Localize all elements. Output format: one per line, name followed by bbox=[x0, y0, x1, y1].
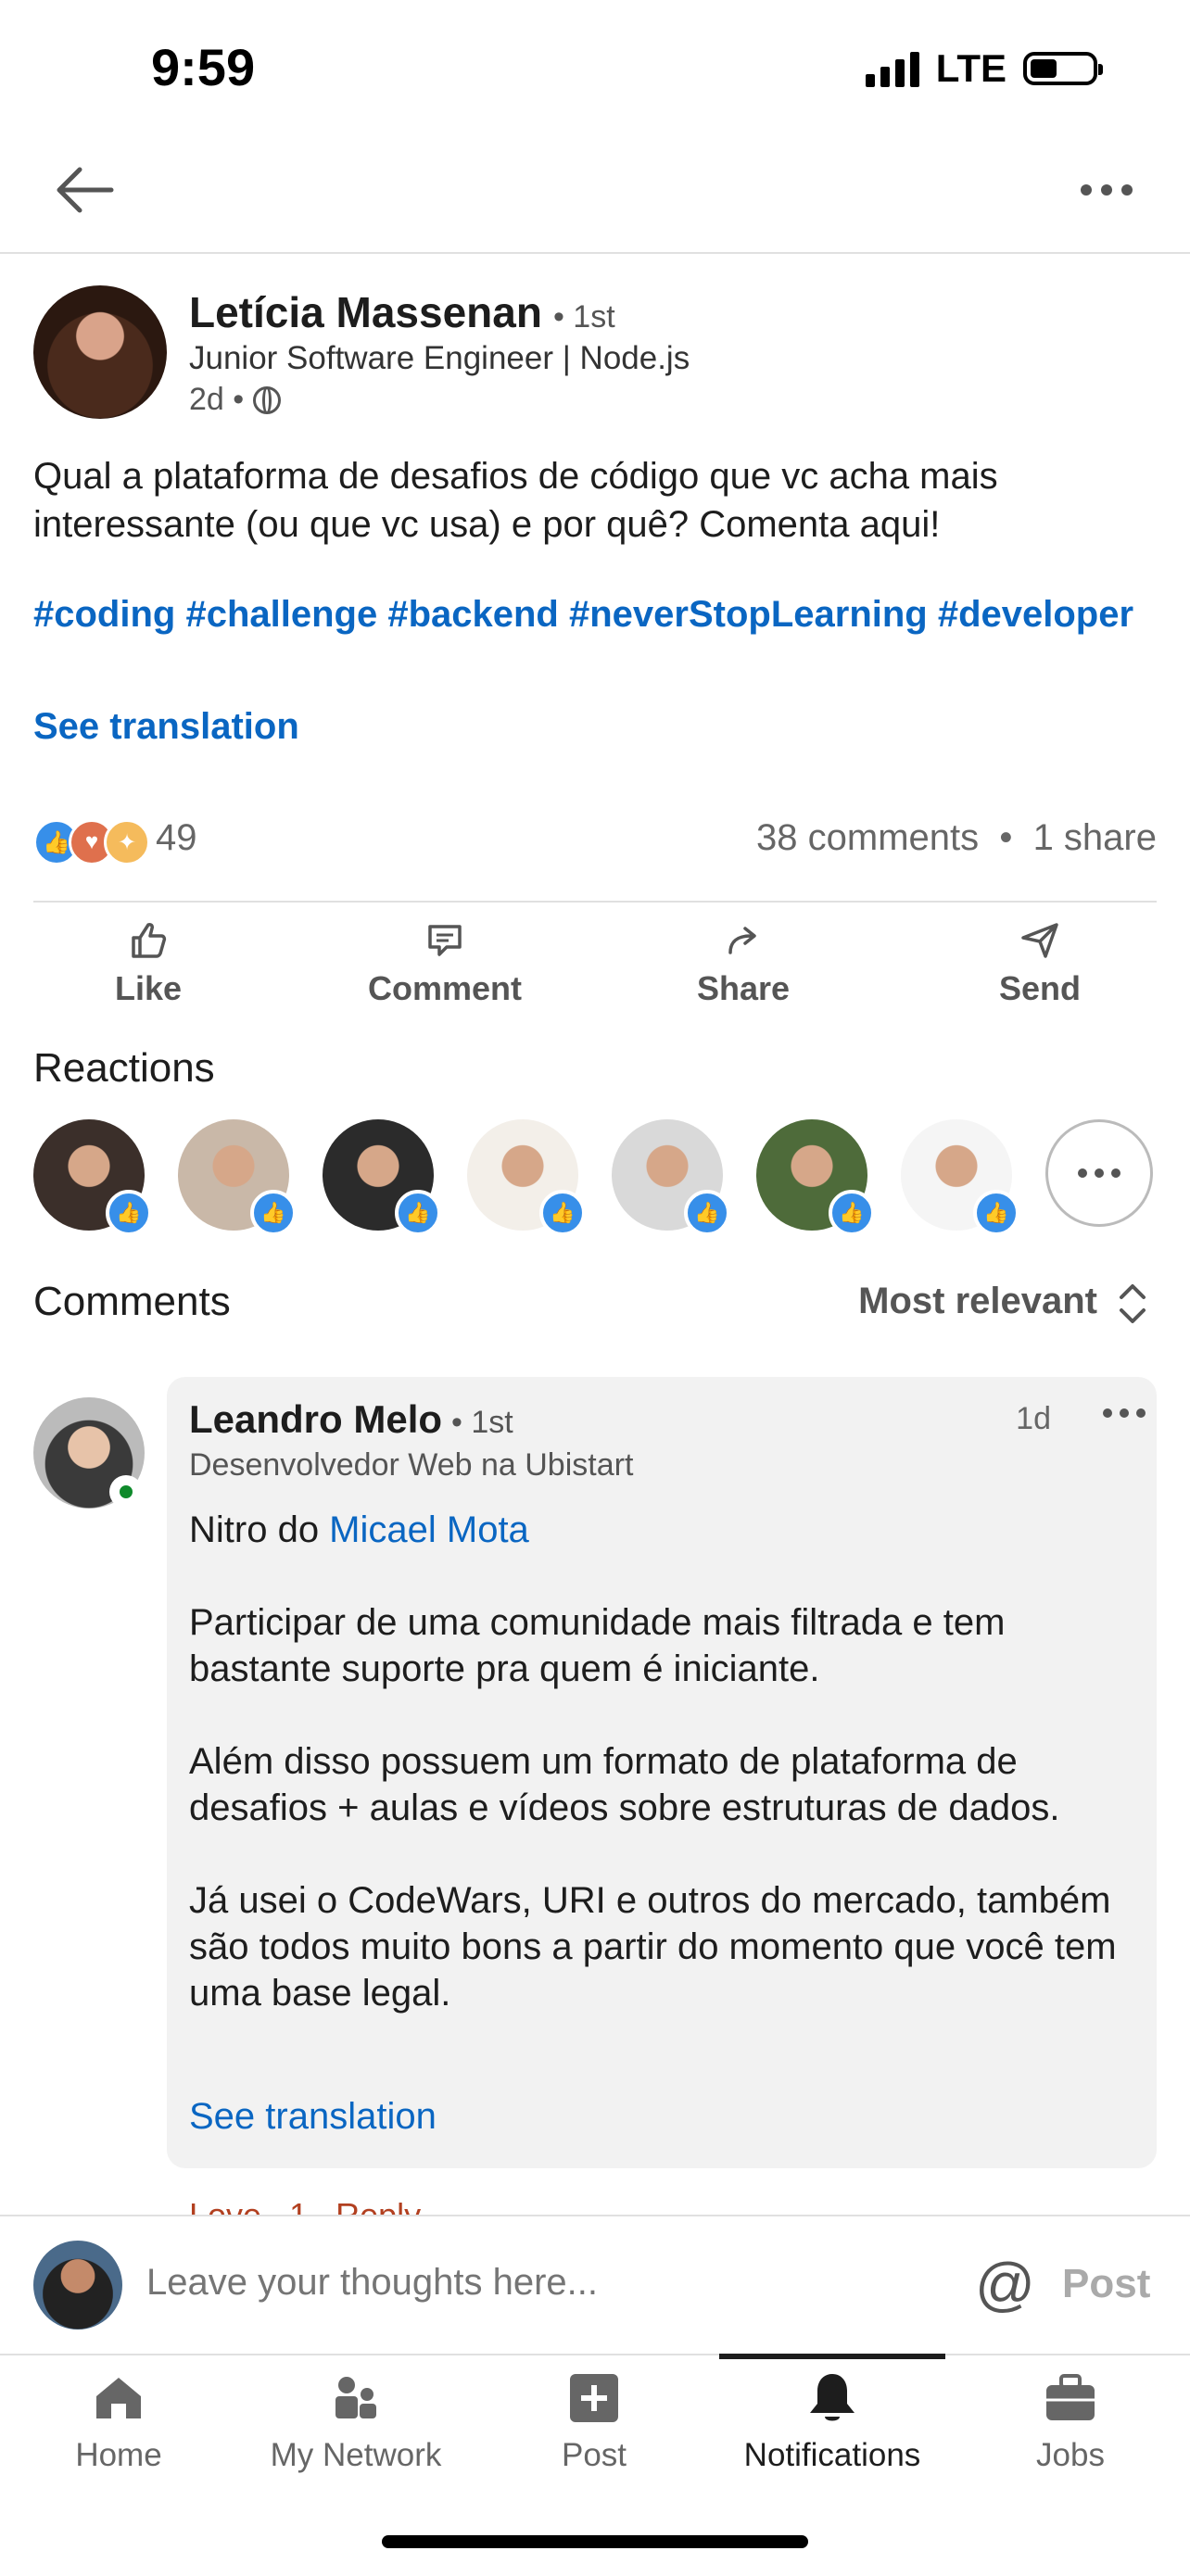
sort-chevrons-icon[interactable] bbox=[1112, 1279, 1153, 1329]
back-arrow-icon[interactable] bbox=[46, 158, 120, 222]
commenter-headline: Desenvolvedor Web na Ubistart bbox=[189, 1447, 634, 1483]
post-time-text: 2d • bbox=[189, 382, 245, 417]
nav-my-network-label: My Network bbox=[270, 2437, 442, 2473]
active-tab-indicator bbox=[719, 2354, 945, 2359]
comment-see-translation-link[interactable]: See translation bbox=[189, 2096, 437, 2138]
nav-my-network[interactable]: My Network bbox=[237, 2368, 475, 2474]
author-headline: Junior Software Engineer | Node.js bbox=[189, 340, 690, 376]
post-hashtags[interactable]: #coding #challenge #backend #neverStopLe… bbox=[33, 591, 1155, 638]
reactor-avatar[interactable]: 👍 bbox=[467, 1119, 586, 1236]
comment-icon bbox=[428, 925, 462, 956]
sort-dropdown-label[interactable]: Most relevant bbox=[858, 1281, 1097, 1322]
send-button[interactable]: Send bbox=[929, 917, 1151, 1008]
author-degree: • 1st bbox=[552, 299, 615, 335]
like-badge-icon: 👍 bbox=[973, 1190, 1019, 1236]
comments-share-count[interactable]: 38 comments • 1 share bbox=[756, 817, 1157, 859]
comment-text: Nitro do Micael Mota Participar de uma c… bbox=[189, 1507, 1134, 2063]
author-name-text[interactable]: Letícia Massenan bbox=[189, 288, 542, 336]
like-badge-icon: 👍 bbox=[684, 1190, 730, 1236]
reactor-avatar[interactable]: 👍 bbox=[612, 1119, 730, 1236]
reactor-avatar[interactable]: 👍 bbox=[323, 1119, 441, 1236]
like-badge-icon: 👍 bbox=[395, 1190, 441, 1236]
nav-home-label: Home bbox=[75, 2437, 162, 2473]
current-user-avatar bbox=[33, 2241, 122, 2330]
share-arrow-icon bbox=[728, 927, 756, 954]
comment-button[interactable]: Comment bbox=[334, 917, 556, 1008]
send-label: Send bbox=[998, 969, 1081, 1007]
insightful-reaction-icon: ✦ bbox=[104, 819, 150, 865]
divider bbox=[0, 252, 1190, 254]
reactor-avatar[interactable]: 👍 bbox=[178, 1119, 297, 1236]
mention-at-icon[interactable]: @ bbox=[975, 2250, 1035, 2318]
comment-paragraph: Nitro do Micael Mota bbox=[189, 1507, 1134, 1553]
nav-jobs-label: Jobs bbox=[1036, 2437, 1105, 2473]
comment-actions-partial[interactable]: Love 1 Reply bbox=[189, 2196, 560, 2215]
commenter-name[interactable]: Leandro Melo • 1st bbox=[189, 1397, 513, 1442]
nav-notifications-label: Notifications bbox=[743, 2437, 921, 2473]
plus-square-icon bbox=[570, 2374, 618, 2422]
commenter-degree: • 1st bbox=[451, 1405, 513, 1440]
comment-label: Comment bbox=[367, 969, 522, 1007]
post-time: 2d • bbox=[189, 382, 282, 418]
signal-icon bbox=[865, 50, 919, 87]
people-icon bbox=[335, 2377, 376, 2418]
status-time: 9:59 bbox=[151, 38, 256, 96]
share-label: Share bbox=[696, 969, 791, 1007]
author-avatar[interactable] bbox=[33, 285, 167, 419]
more-reactors-button[interactable] bbox=[1045, 1119, 1153, 1227]
mention-link[interactable]: Micael Mota bbox=[329, 1509, 529, 1550]
nav-jobs[interactable]: Jobs bbox=[952, 2368, 1189, 2474]
reactor-avatar[interactable]: 👍 bbox=[901, 1119, 1019, 1236]
reactor-avatar[interactable]: 👍 bbox=[33, 1119, 152, 1236]
battery-icon bbox=[1023, 52, 1103, 85]
like-badge-icon: 👍 bbox=[106, 1190, 152, 1236]
send-icon bbox=[1021, 923, 1058, 958]
reactor-avatar[interactable]: 👍 bbox=[756, 1119, 875, 1236]
comment-time: 1d bbox=[1016, 1401, 1051, 1436]
comment-paragraph: Além disso possuem um formato de platafo… bbox=[189, 1741, 1060, 1828]
nav-post[interactable]: Post bbox=[475, 2368, 713, 2474]
home-icon bbox=[96, 2378, 141, 2418]
like-badge-icon: 👍 bbox=[539, 1190, 586, 1236]
like-badge-icon: 👍 bbox=[250, 1190, 297, 1236]
bell-icon bbox=[810, 2374, 855, 2421]
reactions-title: Reactions bbox=[33, 1045, 215, 1091]
nav-home[interactable]: Home bbox=[0, 2368, 237, 2474]
post-comment-button[interactable]: Post bbox=[1062, 2261, 1150, 2307]
divider bbox=[33, 901, 1157, 903]
comment-p1-prefix: Nitro do bbox=[189, 1509, 330, 1550]
comment-input[interactable] bbox=[145, 2261, 945, 2305]
reaction-count[interactable]: 49 bbox=[156, 817, 197, 859]
status-indicators: LTE bbox=[865, 46, 1103, 91]
nav-notifications[interactable]: Notifications bbox=[714, 2368, 951, 2474]
online-status-icon bbox=[109, 1475, 143, 1509]
thumbs-up-icon bbox=[132, 923, 167, 958]
author-name[interactable]: Letícia Massenan • 1st bbox=[189, 287, 615, 337]
like-button[interactable]: Like bbox=[37, 917, 260, 1008]
more-options-icon[interactable] bbox=[1070, 158, 1144, 222]
briefcase-icon bbox=[1046, 2374, 1095, 2420]
like-badge-icon: 👍 bbox=[829, 1190, 875, 1236]
see-translation-link[interactable]: See translation bbox=[33, 706, 299, 748]
comments-title: Comments bbox=[33, 1279, 231, 1324]
comment-more-icon[interactable] bbox=[1103, 1408, 1146, 1418]
home-indicator bbox=[382, 2535, 808, 2548]
network-label: LTE bbox=[935, 46, 1006, 90]
globe-icon bbox=[253, 385, 282, 414]
reaction-icons[interactable]: 👍 ♥ ✦ bbox=[33, 819, 150, 865]
share-button[interactable]: Share bbox=[632, 917, 855, 1008]
post-body: Qual a plataforma de desafios de código … bbox=[33, 456, 998, 545]
comment-paragraph: Já usei o CodeWars, URI e outros do merc… bbox=[189, 1880, 1117, 2014]
commenter-name-text[interactable]: Leandro Melo bbox=[189, 1397, 442, 1441]
nav-post-label: Post bbox=[561, 2437, 627, 2473]
like-label: Like bbox=[114, 969, 183, 1007]
comment-paragraph: Participar de uma comunidade mais filtra… bbox=[189, 1602, 1006, 1689]
